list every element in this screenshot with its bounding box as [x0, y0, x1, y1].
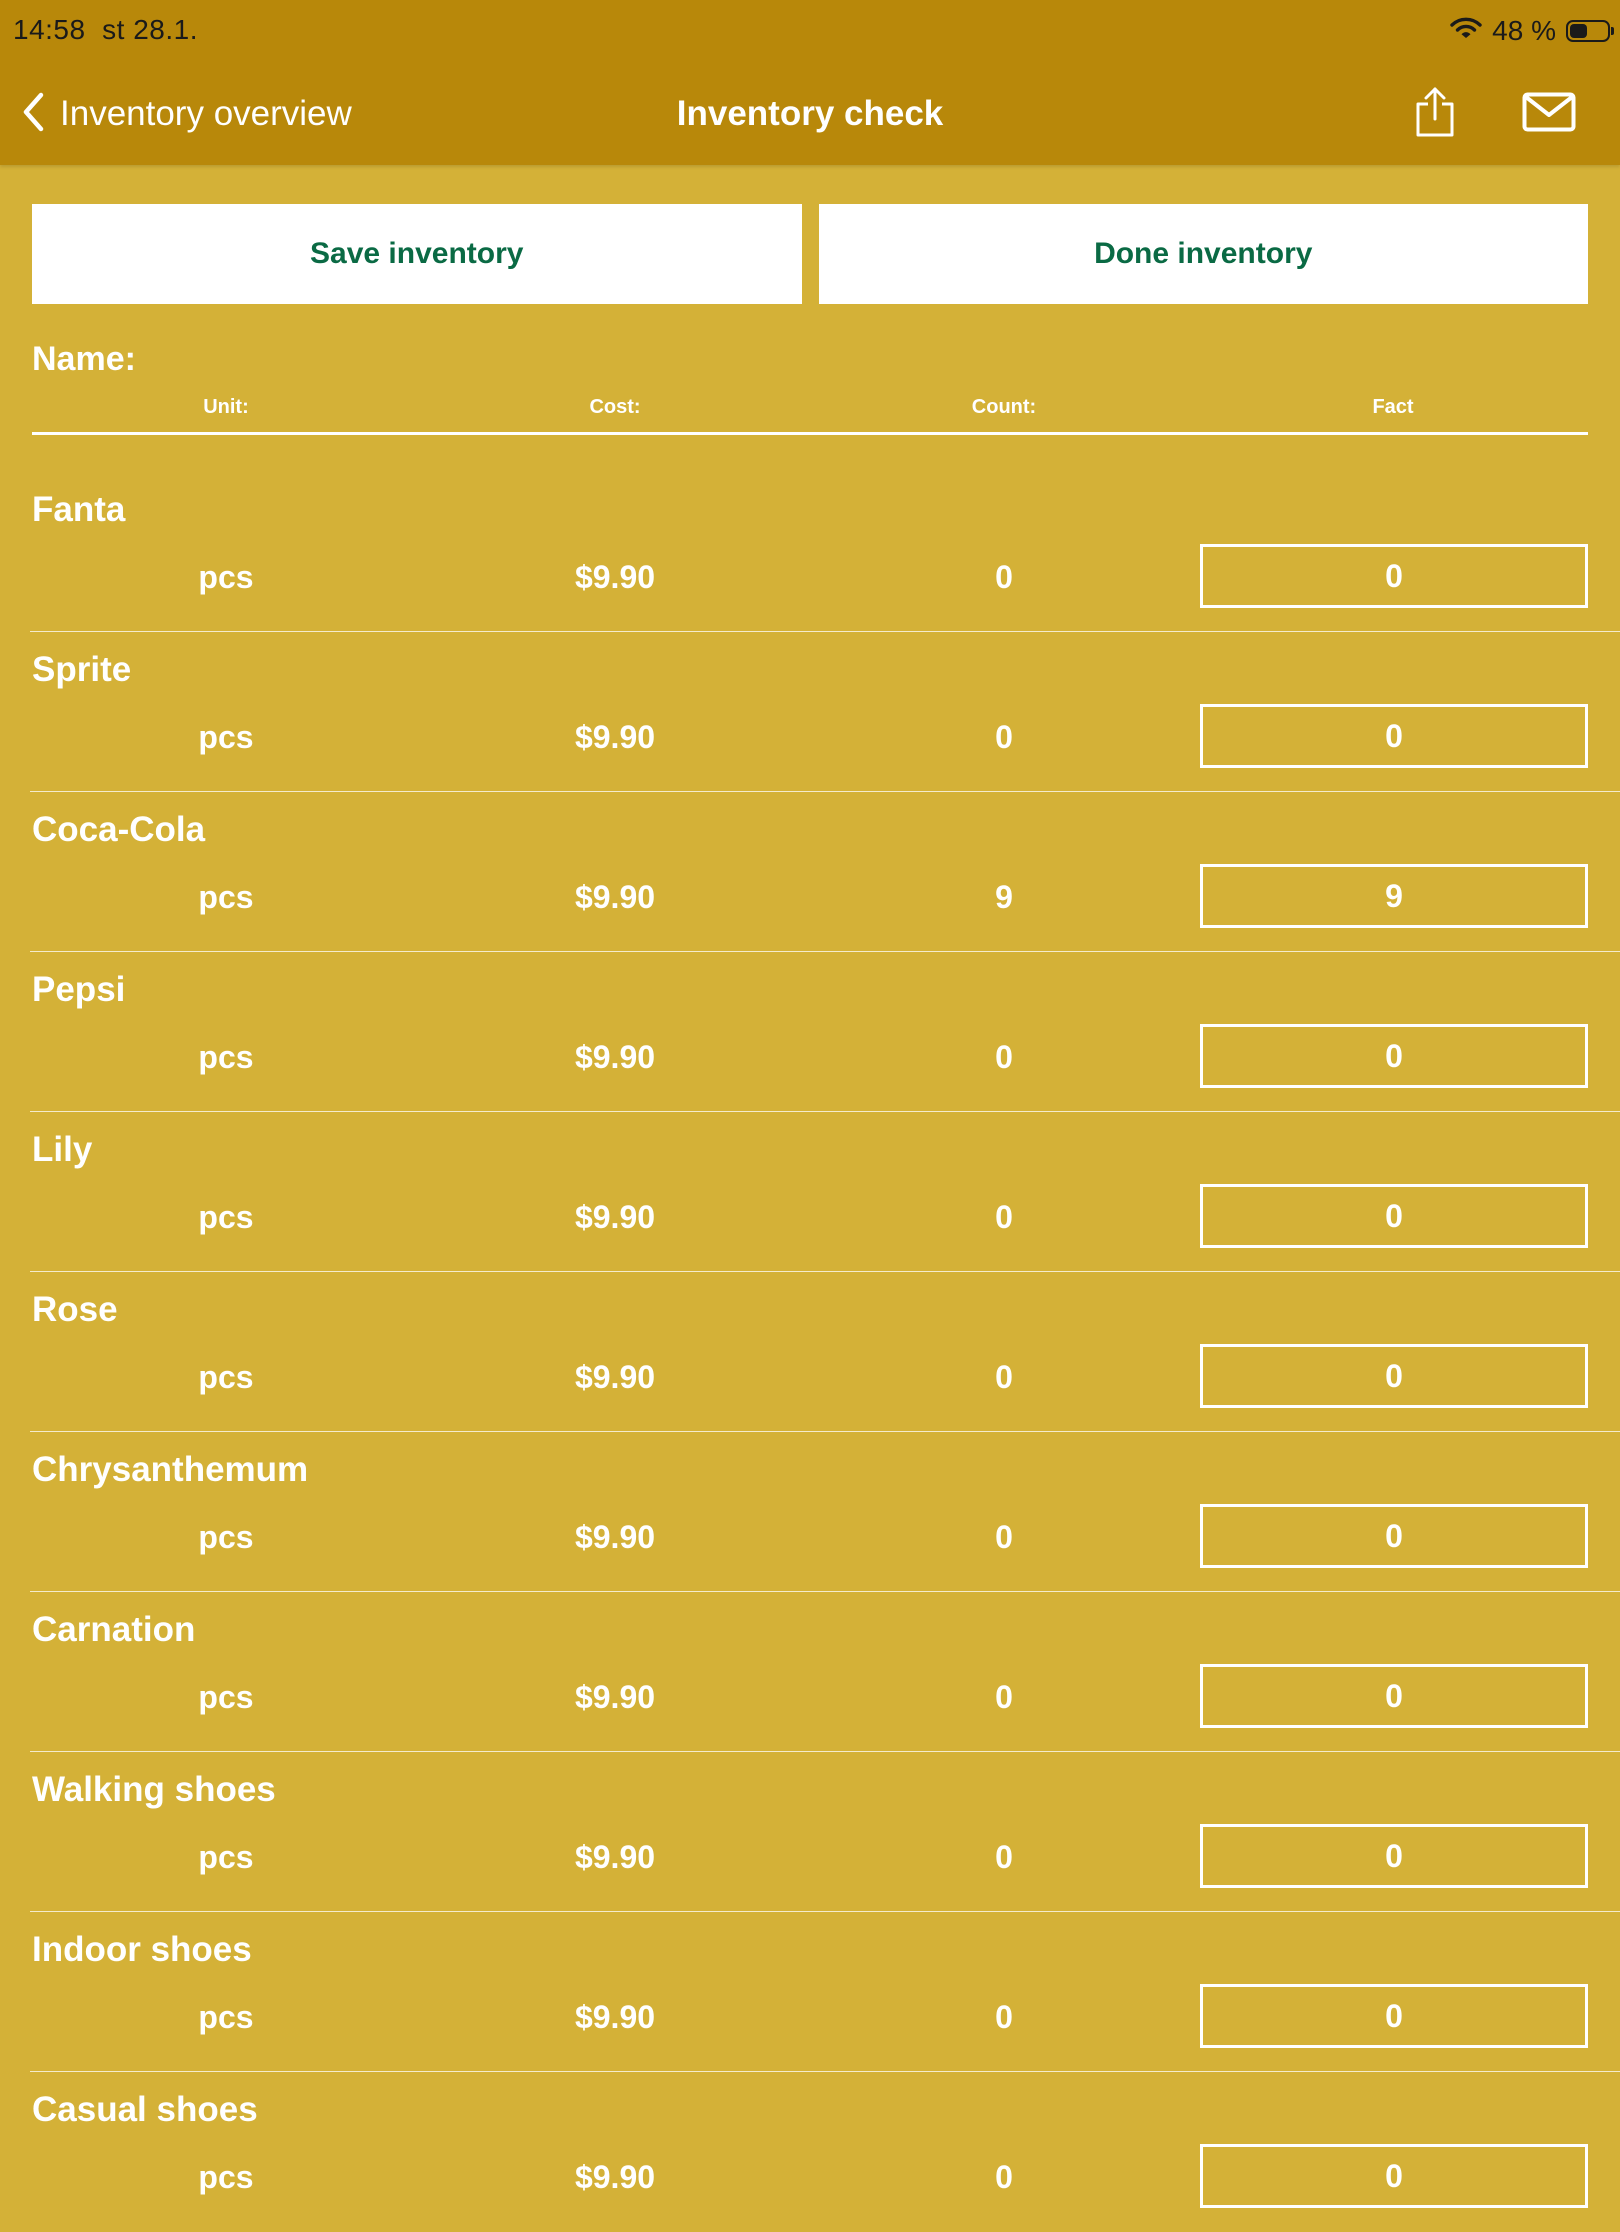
- list-item: Coca-Cola pcs $9.90 9: [30, 792, 1620, 952]
- list-item: Chrysanthemum pcs $9.90 0: [30, 1432, 1620, 1592]
- item-unit: pcs: [198, 1679, 254, 1715]
- item-unit: pcs: [198, 559, 254, 595]
- wifi-icon: [1450, 15, 1482, 47]
- column-header-cost: Cost:: [589, 396, 641, 418]
- item-fact-input[interactable]: [1200, 544, 1588, 608]
- item-name: Chrysanthemum: [32, 1450, 309, 1489]
- item-count: 0: [995, 1839, 1013, 1875]
- list-item: Sprite pcs $9.90 0: [30, 632, 1620, 792]
- status-date: st 28.1.: [102, 14, 198, 45]
- item-count: 0: [995, 1679, 1013, 1715]
- column-header-count: Count:: [971, 396, 1037, 418]
- list-item: Walking shoes pcs $9.90 0: [30, 1752, 1620, 1912]
- save-inventory-button[interactable]: Save inventory: [32, 204, 802, 304]
- item-fact-input[interactable]: [1200, 1344, 1588, 1408]
- item-name: Casual shoes: [32, 2090, 258, 2129]
- item-name: Rose: [32, 1290, 118, 1329]
- share-button[interactable]: [1414, 86, 1456, 143]
- mail-button[interactable]: [1522, 92, 1576, 137]
- item-unit: pcs: [198, 1039, 254, 1075]
- item-name: Lily: [32, 1130, 93, 1169]
- item-name: Walking shoes: [32, 1770, 276, 1809]
- chevron-left-icon: [22, 92, 44, 137]
- status-time: 14:58 st 28.1.: [13, 14, 198, 46]
- list-item: Pepsi pcs $9.90 0: [30, 952, 1620, 1112]
- share-icon: [1414, 87, 1456, 142]
- column-header-unit: Unit:: [203, 396, 249, 418]
- battery-icon: [1566, 20, 1614, 42]
- item-unit: pcs: [198, 879, 254, 915]
- status-indicators: 48 %: [1450, 14, 1614, 48]
- list-item: Lily pcs $9.90 0: [30, 1112, 1620, 1272]
- column-header-name: Name:: [32, 340, 136, 378]
- item-name: Indoor shoes: [32, 1930, 252, 1969]
- item-cost: $9.90: [574, 1999, 656, 2035]
- item-fact-input[interactable]: [1200, 1184, 1588, 1248]
- column-header-fact: Fact: [1372, 396, 1414, 418]
- action-bar: Save inventory Done inventory: [32, 204, 1588, 304]
- item-fact-input[interactable]: [1200, 2144, 1588, 2208]
- back-button-label: Inventory overview: [60, 94, 352, 133]
- back-button[interactable]: Inventory overview: [22, 92, 352, 136]
- list-item: Indoor shoes pcs $9.90 0: [30, 1912, 1620, 2072]
- status-clock: 14:58: [13, 14, 86, 45]
- item-cost: $9.90: [574, 719, 656, 755]
- item-count: 0: [995, 1519, 1013, 1555]
- item-cost: $9.90: [574, 559, 656, 595]
- list-item: Casual shoes pcs $9.90 0: [30, 2072, 1620, 2232]
- item-count: 0: [995, 1039, 1013, 1075]
- item-cost: $9.90: [574, 1039, 656, 1075]
- item-count: 0: [995, 1359, 1013, 1395]
- item-unit: pcs: [198, 1519, 254, 1555]
- item-cost: $9.90: [574, 879, 656, 915]
- item-cost: $9.90: [574, 1359, 656, 1395]
- item-cost: $9.90: [574, 1199, 656, 1235]
- item-unit: pcs: [198, 1199, 254, 1235]
- item-unit: pcs: [198, 1839, 254, 1875]
- item-unit: pcs: [198, 1999, 254, 2035]
- item-count: 0: [995, 559, 1013, 595]
- item-name: Pepsi: [32, 970, 126, 1009]
- inventory-list: Fanta pcs $9.90 0 Sprite pcs $9.90 0 Coc…: [30, 472, 1620, 2232]
- item-fact-input[interactable]: [1200, 1024, 1588, 1088]
- list-item: Fanta pcs $9.90 0: [30, 472, 1620, 632]
- item-fact-input[interactable]: [1200, 1504, 1588, 1568]
- list-item: Rose pcs $9.90 0: [30, 1272, 1620, 1432]
- done-inventory-button[interactable]: Done inventory: [818, 204, 1588, 304]
- item-unit: pcs: [198, 719, 254, 755]
- item-count: 0: [995, 1199, 1013, 1235]
- item-cost: $9.90: [574, 1839, 656, 1875]
- item-fact-input[interactable]: [1200, 1984, 1588, 2048]
- battery-percent: 48 %: [1492, 15, 1556, 46]
- item-count: 0: [995, 1999, 1013, 2035]
- battery-fill: [1570, 24, 1587, 38]
- column-headers: Unit: Cost: Count: Fact: [32, 396, 1588, 435]
- item-name: Fanta: [32, 490, 126, 529]
- mail-icon: [1522, 92, 1576, 136]
- page-title: Inventory check: [676, 94, 944, 133]
- item-name: Carnation: [32, 1610, 196, 1649]
- item-fact-input[interactable]: [1200, 1664, 1588, 1728]
- item-cost: $9.90: [574, 1679, 656, 1715]
- top-bar: 14:58 st 28.1. 48 % Inventory overview I…: [0, 0, 1620, 165]
- item-fact-input[interactable]: [1200, 1824, 1588, 1888]
- item-unit: pcs: [198, 1359, 254, 1395]
- item-fact-input[interactable]: [1200, 864, 1588, 928]
- item-count: 9: [995, 879, 1013, 915]
- item-cost: $9.90: [574, 1519, 656, 1555]
- list-item: Carnation pcs $9.90 0: [30, 1592, 1620, 1752]
- item-fact-input[interactable]: [1200, 704, 1588, 768]
- item-name: Coca-Cola: [32, 810, 206, 849]
- item-count: 0: [995, 719, 1013, 755]
- item-name: Sprite: [32, 650, 132, 689]
